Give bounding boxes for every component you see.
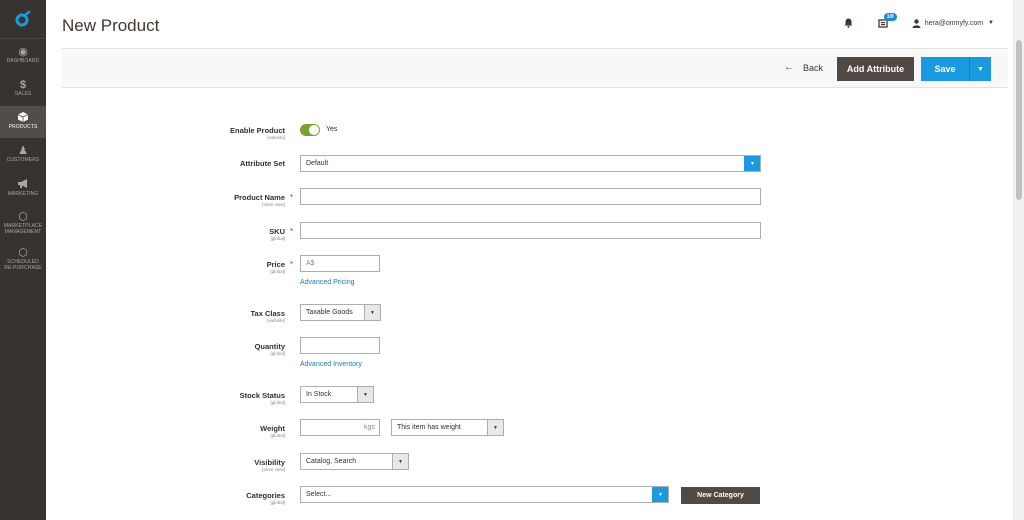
product-name-label: Product Name [store view] xyxy=(234,193,285,207)
price-input[interactable]: A$ xyxy=(300,255,380,272)
sidebar-item-sales[interactable]: $ SALES xyxy=(0,79,46,105)
header-actions: 1/0 hera@omnyfy.com ▼ xyxy=(842,13,994,32)
scrollbar-thumb[interactable] xyxy=(1016,40,1022,200)
enable-product-value: Yes xyxy=(326,126,338,133)
new-category-button[interactable]: New Category xyxy=(681,487,760,504)
chevron-down-icon: ▼ xyxy=(652,487,668,502)
weight-label: Weight [global] xyxy=(260,424,285,438)
sidebar-item-dashboard[interactable]: ◉ DASHBOARD xyxy=(0,46,46,72)
stock-status-select[interactable]: In Stock ▼ xyxy=(300,386,374,403)
sku-input[interactable] xyxy=(300,222,761,239)
chevron-down-icon: ▼ xyxy=(744,156,760,171)
sidebar-divider xyxy=(0,38,46,39)
chevron-down-icon: ▼ xyxy=(357,387,373,402)
product-name-input[interactable] xyxy=(300,188,761,205)
required-asterisk: * xyxy=(290,260,294,269)
required-asterisk: * xyxy=(290,227,294,236)
visibility-select[interactable]: Catalog, Search ▼ xyxy=(300,453,409,470)
cart-count-badge: 1/0 xyxy=(883,13,897,21)
quantity-input[interactable] xyxy=(300,337,380,354)
advanced-pricing-link[interactable]: Advanced Pricing xyxy=(300,279,354,286)
currency-prefix: A$ xyxy=(306,260,315,267)
hexagon-icon: ⬡ xyxy=(18,211,28,223)
categories-select[interactable]: Select... ▼ xyxy=(300,486,669,503)
cart-icon[interactable]: 1/0 xyxy=(876,13,897,30)
weight-unit: kgs xyxy=(364,424,375,431)
dollar-icon: $ xyxy=(19,79,27,91)
enable-product-label: Enable Product [website] xyxy=(229,126,285,140)
cube-icon xyxy=(0,112,46,124)
user-menu[interactable]: hera@omnyfy.com ▼ xyxy=(912,18,994,28)
megaphone-icon xyxy=(0,179,46,191)
back-button[interactable]: ← Back xyxy=(784,62,823,73)
chevron-down-icon: ▼ xyxy=(392,454,408,469)
omnyfy-logo-icon xyxy=(15,10,31,27)
sidebar-item-marketplace-management[interactable]: ⬡ MARKETPLACE MANAGEMENT xyxy=(0,211,46,241)
attribute-set-label: Attribute Set xyxy=(240,159,285,168)
tax-class-label: Tax Class [website] xyxy=(250,309,285,323)
page-title: New Product xyxy=(62,16,160,35)
sidebar-item-customers[interactable]: ♟ CUSTOMERS xyxy=(0,145,46,171)
chevron-down-icon: ▼ xyxy=(977,65,984,73)
user-icon xyxy=(912,18,921,28)
sidebar-item-products[interactable]: PRODUCTS xyxy=(0,106,46,138)
toggle-knob xyxy=(309,125,319,135)
add-attribute-button[interactable]: Add Attribute xyxy=(837,57,914,81)
stock-status-label: Stock Status [global] xyxy=(239,391,285,405)
save-options-dropdown[interactable]: ▼ xyxy=(970,57,991,81)
sidebar-item-scheduled-repurchase[interactable]: ⬡ SCHEDULED RE-PURCHASE xyxy=(0,247,46,277)
notifications-bell-icon[interactable] xyxy=(842,16,856,30)
person-icon: ♟ xyxy=(18,145,28,157)
admin-sidebar: ◉ DASHBOARD $ SALES PRODUCTS ♟ CUSTOMERS… xyxy=(0,0,46,520)
weight-type-select[interactable]: This item has weight ▼ xyxy=(391,419,504,436)
enable-product-toggle[interactable] xyxy=(300,124,320,136)
chevron-down-icon: ▼ xyxy=(364,305,380,320)
hexagon-icon: ⬡ xyxy=(18,247,28,259)
save-button[interactable]: Save xyxy=(921,57,970,81)
sku-label: SKU [global] xyxy=(269,227,285,241)
advanced-inventory-link[interactable]: Advanced Inventory xyxy=(300,361,362,368)
dashboard-icon: ◉ xyxy=(18,46,28,58)
chevron-down-icon: ▼ xyxy=(487,420,503,435)
back-label: Back xyxy=(803,62,824,73)
page-actions-bar: ← Back Add Attribute Save ▼ xyxy=(62,48,1008,88)
user-email: hera@omnyfy.com xyxy=(924,19,984,27)
price-label: Price [global] xyxy=(266,260,285,274)
arrow-left-icon: ← xyxy=(784,62,794,73)
quantity-label: Quantity [global] xyxy=(254,342,285,356)
sidebar-item-marketing[interactable]: MARKETING xyxy=(0,179,46,205)
required-asterisk: * xyxy=(290,193,294,202)
tax-class-select[interactable]: Taxable Goods ▼ xyxy=(300,304,381,321)
logo[interactable] xyxy=(0,0,46,38)
attribute-set-select[interactable]: Default ▼ xyxy=(300,155,761,172)
chevron-down-icon: ▼ xyxy=(988,20,994,26)
categories-label: Categories [global] xyxy=(246,491,285,505)
visibility-label: Visibility [store view] xyxy=(254,458,285,472)
